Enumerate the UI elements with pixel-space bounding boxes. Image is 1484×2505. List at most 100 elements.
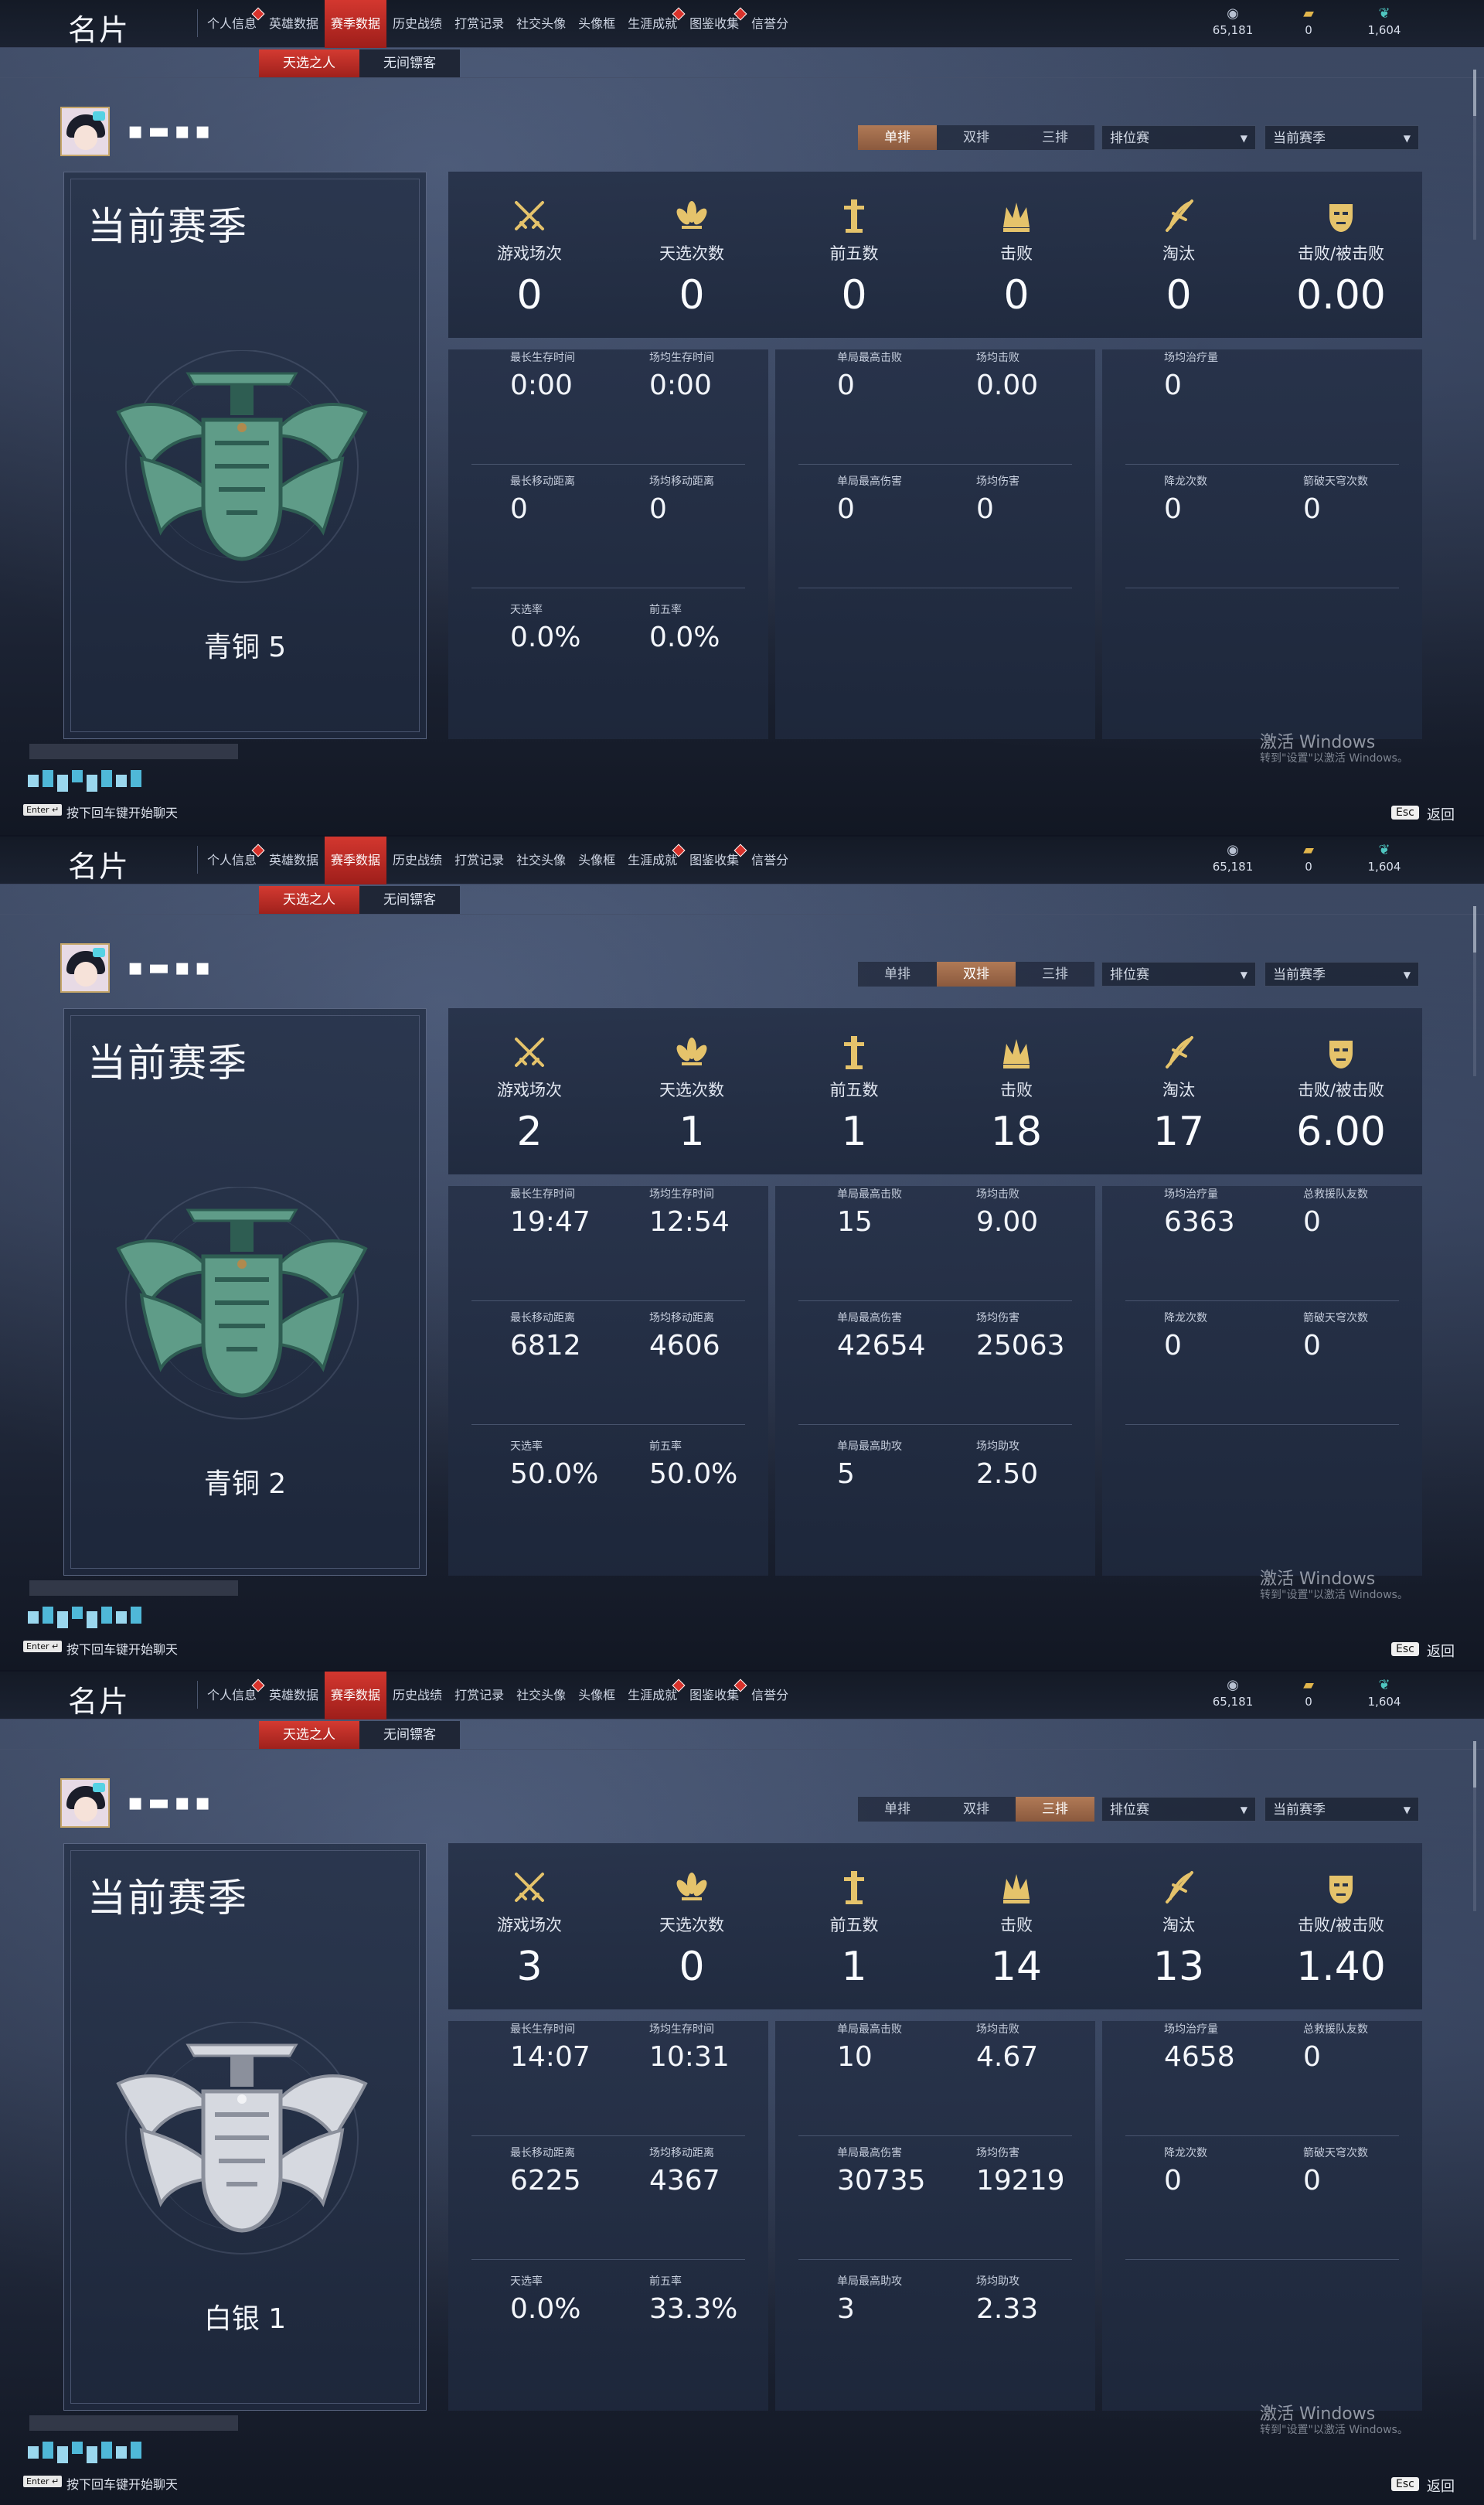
nav-tab[interactable]: 生涯成就 — [621, 0, 686, 48]
sub-tab[interactable]: 无间镖客 — [359, 49, 460, 77]
esc-key[interactable]: Esc — [1391, 806, 1419, 820]
detail-stat-label: 箭破天穹次数 — [1303, 2147, 1368, 2159]
nav-tab[interactable]: 生涯成就 — [621, 837, 686, 884]
dropdown-value: 排位赛 — [1110, 967, 1149, 983]
mode-tab[interactable]: 三排 — [1016, 1797, 1094, 1822]
nav-tab[interactable]: 信誉分 — [745, 0, 795, 48]
scrollbar[interactable] — [1473, 906, 1476, 1076]
card-panel: 名片 个人信息 英雄数据 赛季数据 历史战绩 打赏记录 社交头像 头像框 生涯成就 图鉴收集 信誉分… — [0, 0, 1484, 835]
detail-stat-label: 降龙次数 — [1164, 2147, 1207, 2159]
nav-tab[interactable]: 历史战绩 — [386, 1672, 448, 1719]
detail-stat-label: 场均伤害 — [976, 2147, 1019, 2159]
season-dropdown[interactable]: 当前赛季 ▼ — [1264, 125, 1419, 150]
nav-tab[interactable]: 赛季数据 — [325, 837, 387, 884]
nav-tab[interactable]: 信誉分 — [745, 1672, 795, 1719]
nav-tab[interactable]: 赛季数据 — [325, 1672, 387, 1719]
detail-stat-value: 0 — [1164, 493, 1182, 525]
sub-tab[interactable]: 无间镖客 — [359, 1721, 460, 1749]
nav-tab[interactable]: 个人信息 — [201, 837, 265, 884]
summary-stat-label: 天选次数 — [659, 1081, 724, 1099]
chevron-down-icon: ▼ — [1403, 970, 1411, 980]
mode-dropdown[interactable]: 排位赛 ▼ — [1101, 125, 1256, 150]
scrollbar-thumb[interactable] — [1473, 906, 1476, 953]
nav-tab[interactable]: 打赏记录 — [448, 1672, 510, 1719]
mode-tab[interactable]: 单排 — [858, 962, 937, 987]
esc-key[interactable]: Esc — [1391, 1642, 1419, 1656]
mode-tab[interactable]: 三排 — [1016, 962, 1094, 987]
nav-tab[interactable]: 赛季数据 — [325, 0, 387, 48]
sub-tab[interactable]: 无间镖客 — [359, 886, 460, 914]
back-button[interactable]: 返回 — [1427, 2476, 1455, 2496]
summary-stat-value: 1 — [841, 1944, 867, 1990]
summary-stat-label: 前五数 — [829, 244, 879, 263]
nav-tab-label: 社交头像 — [516, 16, 567, 31]
avatar[interactable] — [60, 107, 110, 156]
feather-slash-icon — [1159, 1868, 1198, 1907]
nav-tab[interactable]: 社交头像 — [510, 1672, 572, 1719]
currency-value: 1,604 — [1367, 860, 1401, 874]
detail-stats-box: 最长生存时间 0:00 场均生存时间 0:00 最长移动距离 0 场均移动距离 0 天选率 0.0… — [448, 349, 768, 739]
sub-tab[interactable]: 天选之人 — [259, 1721, 359, 1749]
nav-tab-label: 个人信息 — [207, 16, 257, 31]
detail-stats-row: 天选率 0.0% 前五率 0.0% — [448, 602, 768, 717]
scrollbar[interactable] — [1473, 70, 1476, 240]
chevron-down-icon: ▼ — [1240, 1805, 1247, 1815]
sub-tab[interactable]: 天选之人 — [259, 49, 359, 77]
dropdown-value: 当前赛季 — [1273, 967, 1326, 983]
swords-icon — [510, 1868, 549, 1907]
nav-tab[interactable]: 社交头像 — [510, 837, 572, 884]
divider — [0, 1749, 1484, 1750]
nav-tab[interactable]: 头像框 — [572, 837, 621, 884]
nav-tab[interactable]: 个人信息 — [201, 1672, 265, 1719]
mode-tab[interactable]: 双排 — [937, 1797, 1016, 1822]
nav-tab[interactable]: 打赏记录 — [448, 0, 510, 48]
esc-key[interactable]: Esc — [1391, 2477, 1419, 2491]
summary-stat: 游戏场次 2 — [448, 1008, 611, 1174]
season-dropdown[interactable]: 当前赛季 ▼ — [1264, 962, 1419, 987]
nav-tab[interactable]: 图鉴收集 — [683, 0, 747, 48]
scrollbar-thumb[interactable] — [1473, 1741, 1476, 1788]
detail-stat-value: 50.0% — [510, 1458, 599, 1490]
detail-stat-value: 25063 — [976, 1330, 1065, 1362]
avatar[interactable] — [60, 1778, 110, 1828]
chat-hint: 按下回车键开始聊天 — [66, 806, 179, 820]
mode-dropdown[interactable]: 排位赛 ▼ — [1101, 1797, 1256, 1822]
avatar[interactable] — [60, 943, 110, 993]
detail-stats-row: 单局最高伤害 42654 场均伤害 25063 — [775, 1310, 1095, 1426]
nav-tab[interactable]: 打赏记录 — [448, 837, 510, 884]
detail-stats-row: 降龙次数 0 箭破天穹次数 0 — [1102, 1310, 1422, 1426]
nav-tab[interactable]: 信誉分 — [745, 837, 795, 884]
nav-tab[interactable]: 英雄数据 — [263, 1672, 325, 1719]
feather-icon: ❦ — [1378, 842, 1390, 858]
season-dropdown[interactable]: 当前赛季 ▼ — [1264, 1797, 1419, 1822]
mode-tab[interactable]: 双排 — [937, 125, 1016, 150]
top-bar: 名片 个人信息 英雄数据 赛季数据 历史战绩 打赏记录 社交头像 头像框 生涯成就 图鉴收集 信誉分… — [0, 837, 1484, 884]
nav-tab[interactable]: 图鉴收集 — [683, 837, 747, 884]
nav-tab[interactable]: 图鉴收集 — [683, 1672, 747, 1719]
nav-tab[interactable]: 社交头像 — [510, 0, 572, 48]
mode-tab[interactable]: 单排 — [858, 125, 937, 150]
sub-tab[interactable]: 天选之人 — [259, 886, 359, 914]
scrollbar-thumb[interactable] — [1473, 70, 1476, 116]
mode-dropdown[interactable]: 排位赛 ▼ — [1101, 962, 1256, 987]
sub-tabs: 天选之人 无间镖客 — [259, 49, 460, 77]
summary-stat: 天选次数 0 — [611, 1843, 773, 2009]
mode-tab[interactable]: 双排 — [937, 962, 1016, 987]
nav-tab[interactable]: 历史战绩 — [386, 837, 448, 884]
mode-tab[interactable]: 三排 — [1016, 125, 1094, 150]
nav-tab[interactable]: 生涯成就 — [621, 1672, 686, 1719]
nav-tab[interactable]: 英雄数据 — [263, 837, 325, 884]
nav-tab[interactable]: 头像框 — [572, 1672, 621, 1719]
mode-tab[interactable]: 单排 — [858, 1797, 937, 1822]
detail-stats-row: 场均治疗量 6363 总救援队友数 0 — [1102, 1186, 1422, 1302]
nav-tab[interactable]: 英雄数据 — [263, 0, 325, 48]
nav-tab[interactable]: 头像框 — [572, 0, 621, 48]
back-button[interactable]: 返回 — [1427, 804, 1455, 824]
nav-tab[interactable]: 个人信息 — [201, 0, 265, 48]
summary-stat-label: 前五数 — [829, 1081, 879, 1099]
detail-stat-value: 2.33 — [976, 2293, 1039, 2325]
scrollbar[interactable] — [1473, 1741, 1476, 1911]
back-button[interactable]: 返回 — [1427, 1641, 1455, 1661]
nav-tab[interactable]: 历史战绩 — [386, 0, 448, 48]
nav-tab-label: 打赏记录 — [454, 1688, 505, 1702]
